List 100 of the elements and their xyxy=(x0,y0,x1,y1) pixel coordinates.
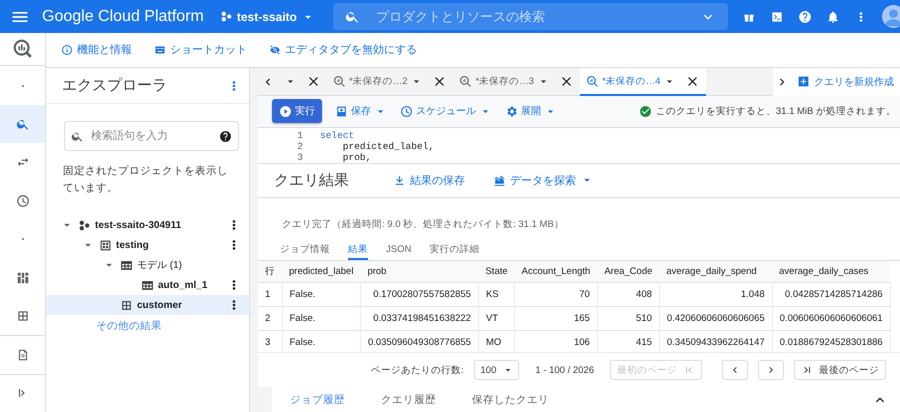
table-cell: 2 xyxy=(258,306,282,331)
terminal-icon[interactable] xyxy=(770,10,784,24)
column-header: Area_Code xyxy=(597,260,660,283)
results-tab[interactable]: 結果 xyxy=(348,238,368,260)
table-cell: 106 xyxy=(514,330,598,352)
deploy-button[interactable]: 展開 xyxy=(505,104,557,118)
line-number: 3 xyxy=(296,152,303,163)
page-range: 1 - 100 / 2026 xyxy=(535,364,594,376)
more-results-link[interactable]: その他の結果 xyxy=(96,319,162,333)
play-icon xyxy=(279,104,292,118)
save-icon xyxy=(335,104,348,118)
explore-data-button[interactable]: データを探索 xyxy=(493,172,594,188)
results-tab[interactable]: JSON xyxy=(386,238,412,260)
table-cell: 3 xyxy=(258,330,282,352)
history-tab[interactable]: 保存したクエリ xyxy=(454,387,567,412)
rail-item[interactable] xyxy=(0,104,45,144)
run-button[interactable]: 実行 xyxy=(272,99,322,124)
code-line: prob, xyxy=(342,152,372,163)
history-icon xyxy=(16,194,30,208)
pinned-note: 固定されたプロジェクトを表示しています。 xyxy=(63,164,229,196)
results-title: クエリ結果 xyxy=(274,170,349,190)
results-tab[interactable]: 実行の詳細 xyxy=(429,238,480,260)
grid-icon xyxy=(141,278,154,292)
table-cell: 1.048 xyxy=(659,282,772,307)
chart-icon xyxy=(493,174,506,187)
line-number: 1 xyxy=(296,130,303,141)
table-cell: 0.018867924528301886 xyxy=(772,330,890,352)
bigquery-logo[interactable] xyxy=(12,38,34,60)
column-header: prob xyxy=(360,260,478,283)
plus-box-icon xyxy=(797,75,810,88)
gear-icon xyxy=(505,104,518,118)
search-bar[interactable]: プロダクトとリソースの検索 xyxy=(332,3,728,30)
column-header: State xyxy=(478,260,515,283)
column-header: Account_Length xyxy=(514,260,598,283)
grid-icon xyxy=(120,258,133,272)
product-name[interactable]: Google Cloud Platform xyxy=(42,8,204,26)
rows-per-page-label: ページあたりの行数: xyxy=(370,364,464,377)
table-cell: 0.17002807557582855 xyxy=(360,282,478,307)
search-icon xyxy=(71,130,84,142)
dashboard-icon xyxy=(16,270,30,285)
table-cell: VT xyxy=(478,306,515,331)
table-cell: False. xyxy=(282,306,360,331)
history-tab[interactable]: ジョブ履歴 xyxy=(272,387,363,412)
results-tab[interactable]: ジョブ情報 xyxy=(280,238,330,260)
info-icon xyxy=(61,44,73,56)
table-cell: False. xyxy=(282,282,360,307)
toolbar-link[interactable]: ショートカット xyxy=(154,42,247,57)
save-button[interactable]: 保存 xyxy=(335,104,387,118)
tree-item[interactable]: モデル (1) xyxy=(46,255,249,275)
table-cell: 0.035096049308776855 xyxy=(360,330,478,352)
line-number: 2 xyxy=(296,140,303,152)
table-cell: 1 xyxy=(258,282,282,307)
editor-tab[interactable]: *未保存の…4 xyxy=(580,68,706,96)
search-bar[interactable]: 検索語句を入力 xyxy=(64,121,239,151)
table-cell: 415 xyxy=(597,330,660,352)
help-icon[interactable] xyxy=(219,130,232,142)
save-results-button[interactable]: 結果の保存 xyxy=(393,172,465,188)
table-cell: 165 xyxy=(514,306,598,331)
table-cell: 408 xyxy=(597,282,660,307)
query-summary: クエリ完了（経過時間: 9.0 秒、処理されたバイト数: 31.1 MB） xyxy=(282,218,565,231)
column-header: average_daily_spend xyxy=(659,260,772,283)
table-cell: 510 xyxy=(597,306,660,331)
table-icon xyxy=(16,309,30,324)
eye-slash-icon xyxy=(269,44,281,56)
table-cell: False. xyxy=(282,330,360,352)
search-field[interactable]: プロダクトとリソースの検索 xyxy=(374,8,686,25)
query-icon xyxy=(333,75,346,88)
project-icon xyxy=(220,10,233,23)
table-icon xyxy=(120,298,133,312)
project-icon xyxy=(78,218,91,232)
code-line: select xyxy=(319,130,354,141)
query-icon xyxy=(586,75,599,88)
editor-tab[interactable]: *未保存の…3 xyxy=(453,68,580,96)
query-icon xyxy=(459,75,472,88)
download-icon xyxy=(393,174,406,187)
table-cell: MO xyxy=(478,330,515,352)
page-size-select[interactable]: 100 xyxy=(474,360,520,380)
history-tab[interactable]: クエリ履歴 xyxy=(363,387,454,412)
column-header: predicted_label xyxy=(282,260,360,283)
panel-title: エクスプローラ xyxy=(62,76,167,95)
table-cell: 0.006060606060606061 xyxy=(772,306,890,331)
keyboard-icon xyxy=(154,44,166,56)
editor-tab[interactable]: *未保存の…2 xyxy=(327,68,454,96)
table-cell: 0.42060606060606065 xyxy=(659,306,772,331)
code-editor[interactable]: 1 select 2 predicted_label, 3 prob, xyxy=(258,128,900,164)
toolbar-link[interactable]: エディタタブを無効にする xyxy=(269,42,417,57)
toolbar-link[interactable]: 機能と情報 xyxy=(61,42,132,57)
last-page-button[interactable]: 最後のページ xyxy=(794,360,886,380)
project-selector[interactable]: test-ssaito xyxy=(220,10,315,24)
clock-icon xyxy=(400,104,413,118)
tree-item[interactable]: test-ssaito-304911 xyxy=(46,215,249,235)
table-cell: 0.34509433962264147 xyxy=(659,330,772,352)
schedule-button[interactable]: スケジュール xyxy=(400,104,492,118)
column-header: 行 xyxy=(258,260,282,283)
bell-icon[interactable] xyxy=(826,10,840,24)
tree-item[interactable]: customer xyxy=(46,295,249,315)
tree-item[interactable]: testing xyxy=(46,235,249,255)
code-line: predicted_label, xyxy=(342,140,434,152)
avatar[interactable] xyxy=(882,5,900,28)
tree-item[interactable]: auto_ml_1 xyxy=(46,275,249,295)
